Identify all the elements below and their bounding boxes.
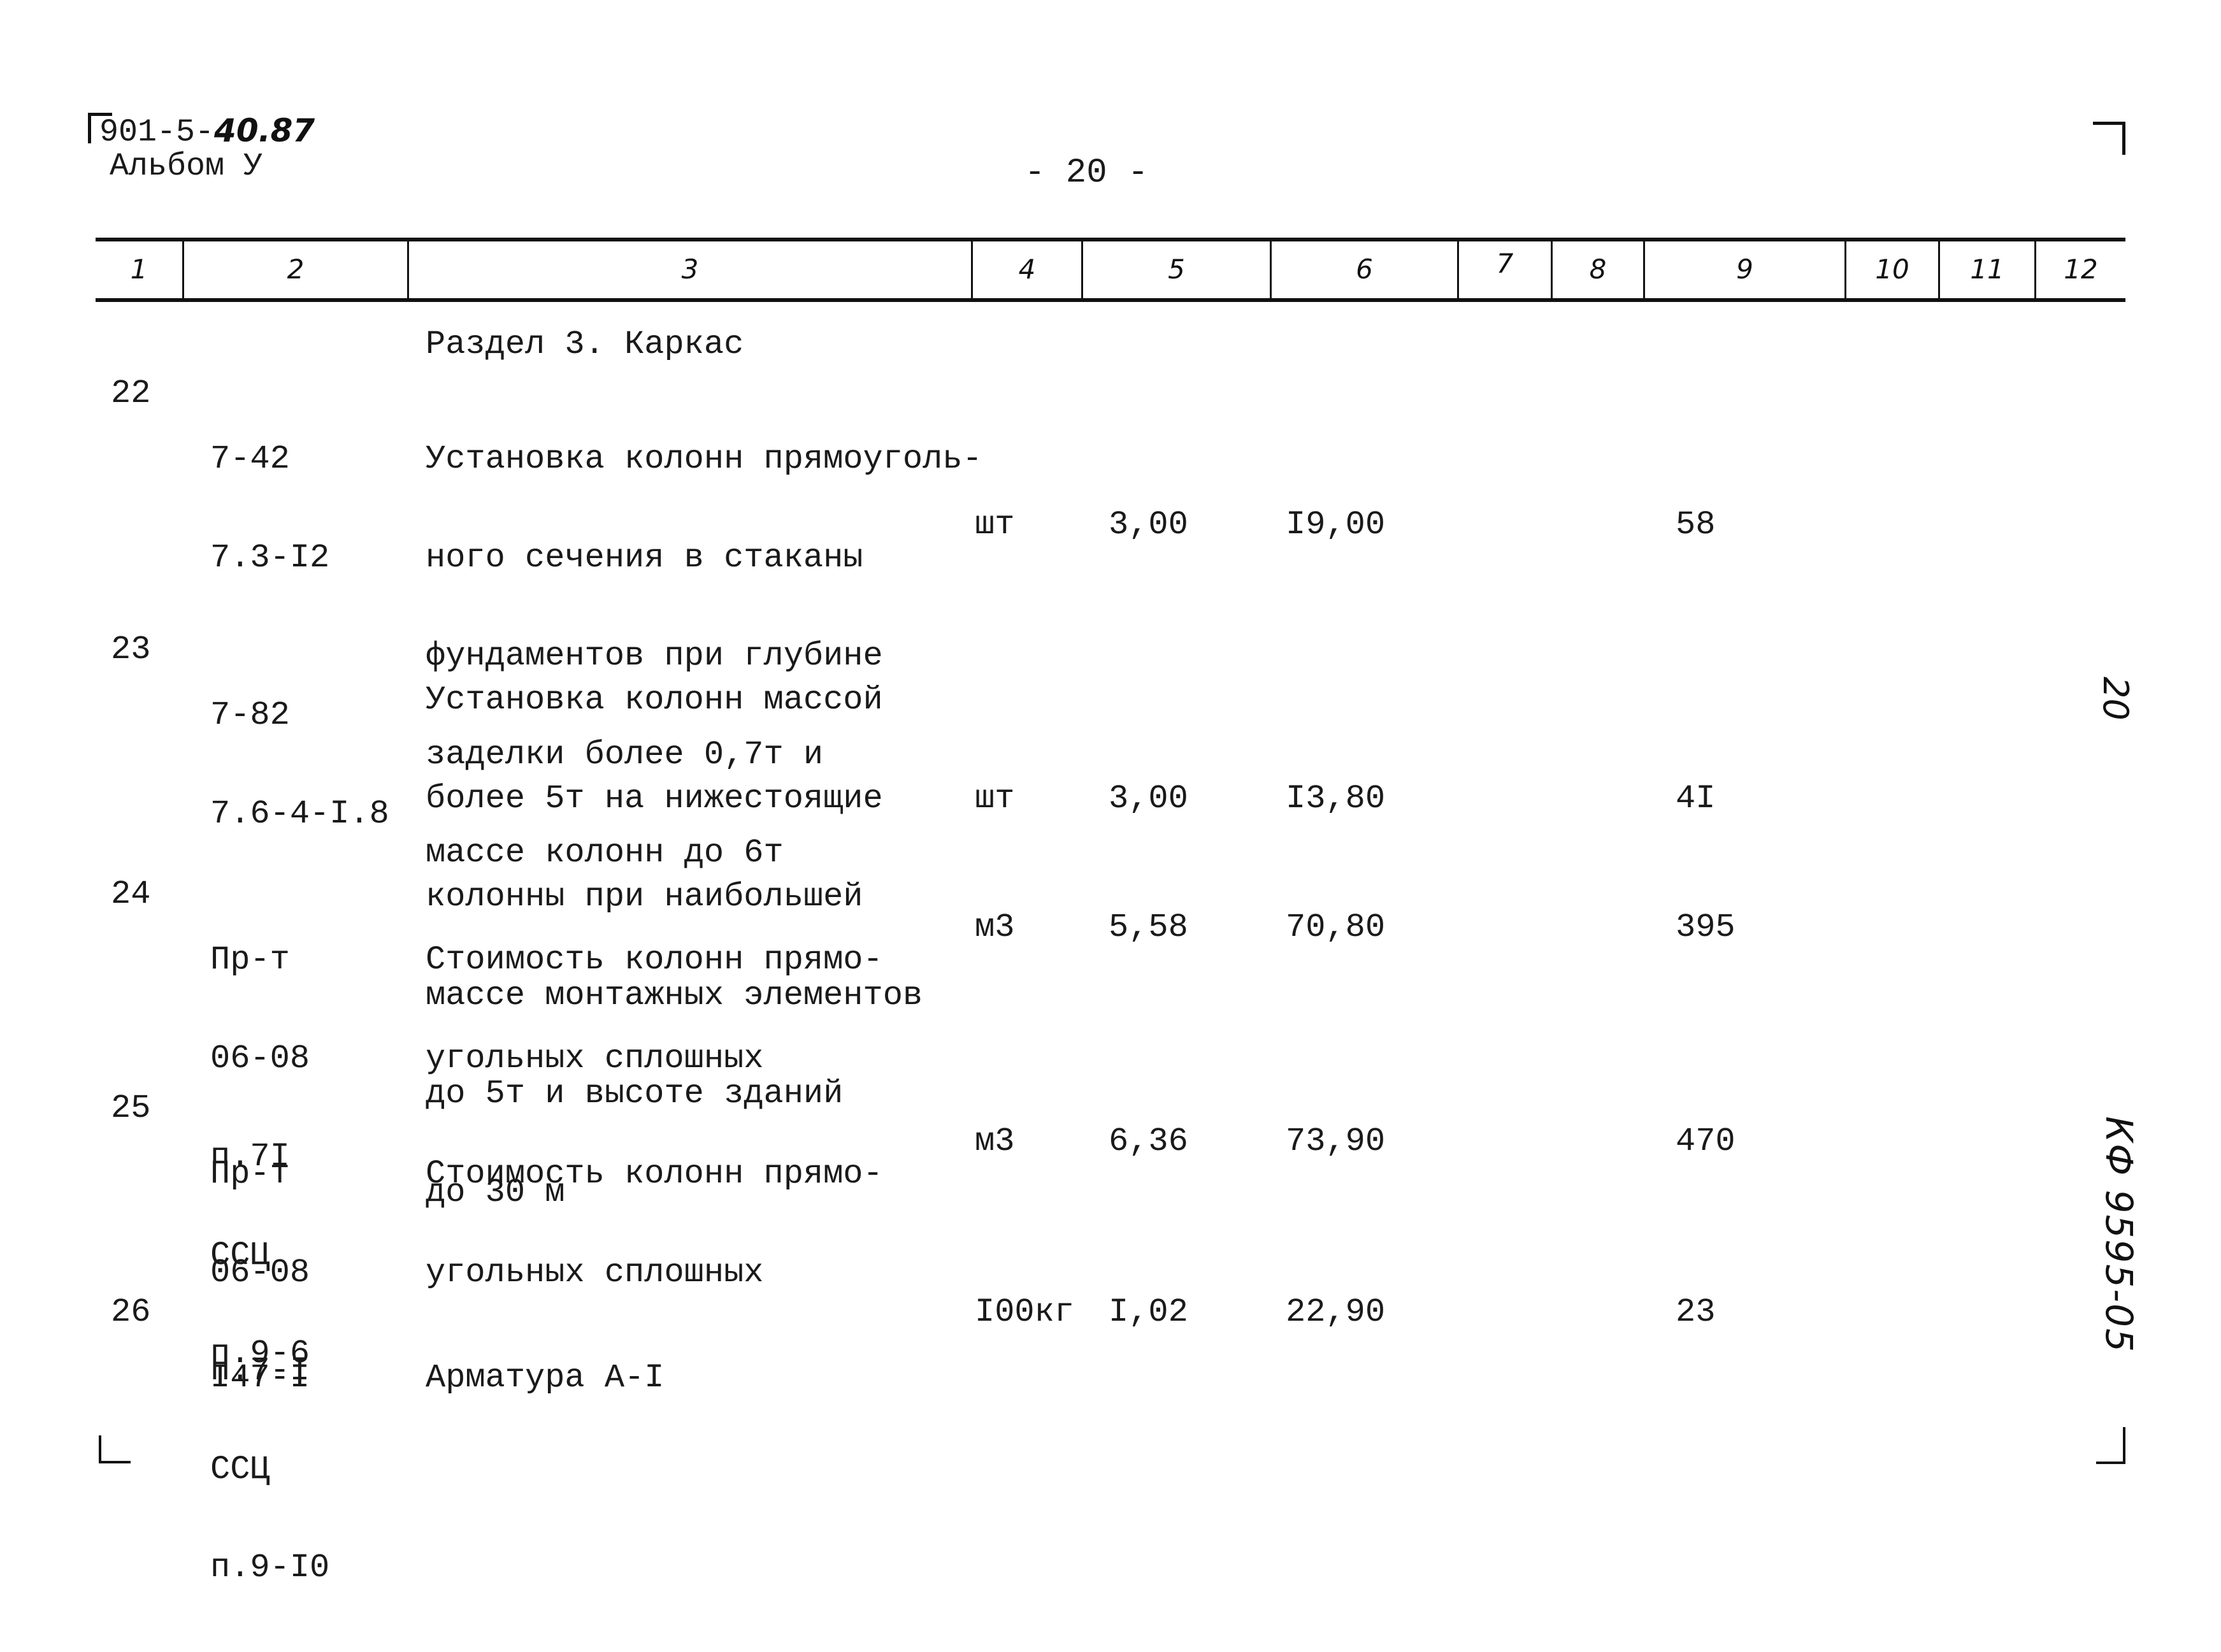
row-number: 25	[111, 1089, 151, 1127]
column-header-9: 9	[1736, 254, 1753, 285]
row-description-line: Стоимость колонн прямо-	[426, 1155, 883, 1193]
corner-mark-top-right-horizontal	[2093, 122, 2125, 125]
row-column-9: 470	[1676, 1123, 1736, 1160]
column-header-5: 5	[1168, 254, 1185, 285]
row-unit: шт	[975, 780, 1015, 817]
corner-mark-top-right-vertical	[2122, 122, 2125, 155]
document-code: 901-5-40.87	[99, 112, 315, 150]
row-code: I47-I	[210, 1296, 310, 1460]
row-code-line: Пр-т	[210, 941, 290, 979]
corner-mark-bottom-left-vertical	[99, 1435, 101, 1463]
row-quantity: 6,36	[1109, 1123, 1188, 1160]
row-code-line: Пр-т	[210, 1155, 290, 1193]
row-code-line: 06-08	[210, 1039, 310, 1077]
row-description-line: Стоимость колонн прямо-	[426, 941, 883, 979]
column-header-8: 8	[1589, 254, 1607, 285]
corner-mark-bottom-right-vertical	[2123, 1427, 2125, 1464]
album-label: Альбом У	[110, 148, 263, 185]
row-code-line: 7-42	[210, 440, 290, 478]
row-column-9: 4I	[1676, 780, 1716, 817]
section-title: Раздел 3. Каркас	[426, 326, 744, 363]
row-price: 73,90	[1286, 1123, 1386, 1160]
row-description-line: Установка колонн массой	[426, 681, 883, 719]
row-price: 22,90	[1286, 1293, 1386, 1331]
row-code: 7-42 7.3-I2	[210, 377, 329, 640]
row-description-line: угольных сплошных	[426, 1039, 764, 1077]
column-header-3: 3	[681, 254, 699, 285]
column-header-11: 11	[1970, 254, 2004, 285]
corner-mark-top-left-vertical	[88, 113, 91, 143]
margin-sheet-number: 20	[2095, 677, 2136, 721]
row-description-line: Арматура А-I	[426, 1359, 665, 1397]
corner-mark-bottom-right-horizontal	[2096, 1462, 2125, 1464]
column-header-12: 12	[2064, 254, 2098, 285]
row-description: Арматура А-I	[426, 1296, 664, 1460]
row-unit: м3	[975, 909, 1015, 946]
row-code: 7-82 7.6-4-I.8	[210, 633, 389, 896]
row-column-9: 395	[1676, 909, 1736, 946]
row-number: 26	[111, 1293, 151, 1331]
row-description-line: более 5т на нижестоящие	[426, 779, 883, 817]
row-unit: шт	[975, 506, 1015, 543]
row-price: 70,80	[1286, 909, 1386, 946]
row-column-9: 58	[1676, 506, 1716, 543]
row-quantity: I,02	[1109, 1293, 1188, 1331]
row-number: 24	[111, 875, 151, 913]
row-code-line: п.9-I0	[210, 1549, 330, 1586]
row-code-line: 7-82	[210, 696, 290, 734]
column-header-6: 6	[1356, 254, 1373, 285]
column-header-2: 2	[287, 254, 305, 285]
row-quantity: 3,00	[1109, 506, 1188, 543]
row-number: 23	[111, 631, 151, 668]
document-code-printed: 901-5-	[99, 114, 215, 151]
row-quantity: 3,00	[1109, 780, 1188, 817]
column-header-10: 10	[1875, 254, 1909, 285]
document-code-handwritten: 40.87	[214, 112, 315, 149]
margin-archive-code: КФ 9595-05	[2097, 1116, 2141, 1353]
column-header-4: 4	[1018, 254, 1036, 285]
row-code-line: 7.6-4-I.8	[210, 794, 389, 833]
row-unit: м3	[975, 1123, 1015, 1160]
row-code-line: 06-08	[210, 1253, 310, 1291]
row-quantity: 5,58	[1109, 909, 1188, 946]
row-code-line: 7.3-I2	[210, 538, 330, 577]
row-description-line: ного сечения в стаканы	[426, 538, 863, 577]
corner-mark-bottom-left-horizontal	[99, 1461, 131, 1463]
row-number: 22	[111, 375, 151, 412]
row-unit: I00кг	[975, 1293, 1075, 1331]
row-description-line: Установка колонн прямоуголь-	[426, 440, 982, 478]
row-description-line: угольных сплошных	[426, 1253, 764, 1291]
column-header-7: 7	[1496, 248, 1514, 279]
row-price: I9,00	[1286, 506, 1386, 543]
row-column-9: 23	[1676, 1293, 1716, 1331]
row-code-line: I47-I	[210, 1359, 310, 1397]
row-price: I3,80	[1286, 780, 1386, 817]
page-number: - 20 -	[1024, 154, 1149, 192]
column-header-1: 1	[130, 254, 148, 285]
